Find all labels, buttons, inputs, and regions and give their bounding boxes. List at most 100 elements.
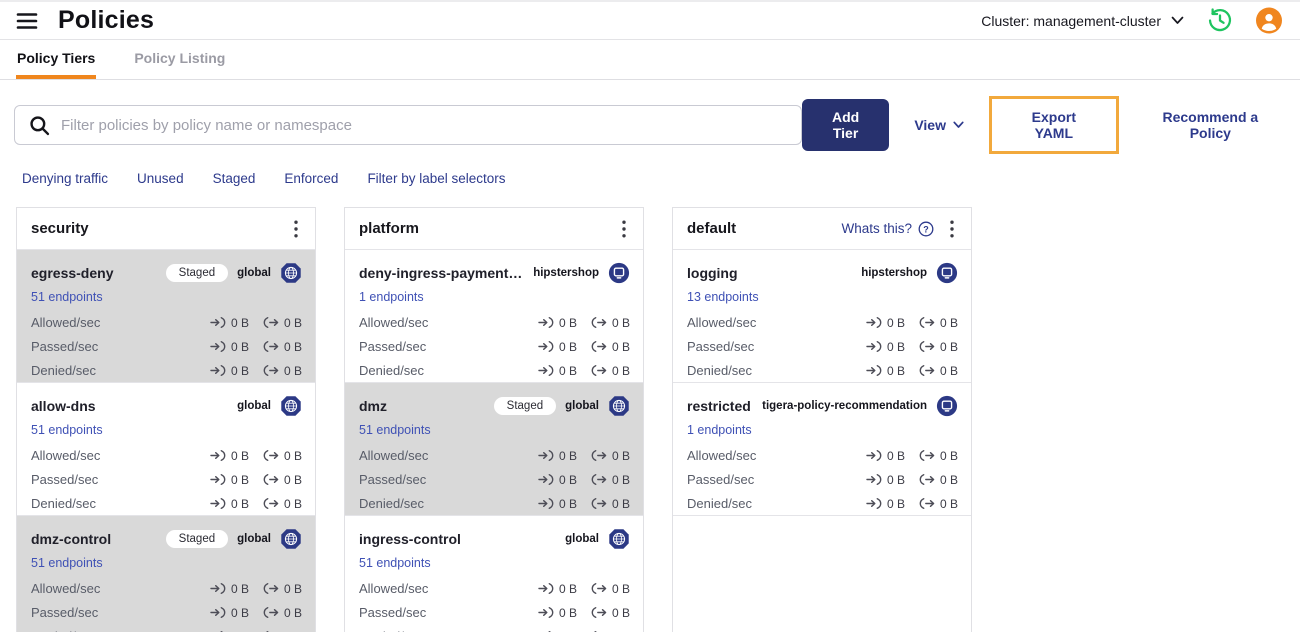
- namespace-policy-icon: [936, 395, 958, 417]
- policy-card-dmz-control[interactable]: dmz-control Staged global 51 endpoints Allow…: [17, 516, 315, 632]
- namespace-policy-icon: [936, 395, 958, 417]
- egress-icon: [263, 341, 279, 352]
- search-icon: [28, 114, 51, 142]
- quick-filter-denying-traffic[interactable]: Denying traffic: [22, 171, 108, 186]
- metric-label: Passed/sec: [31, 472, 99, 487]
- metric-values: 0 B 0 B: [538, 340, 630, 354]
- ingress-icon: [210, 317, 226, 328]
- egress-icon: [591, 498, 607, 509]
- tab-policy-tiers[interactable]: Policy Tiers: [16, 40, 97, 79]
- tab-policy-listing[interactable]: Policy Listing: [133, 40, 226, 79]
- add-tier-button[interactable]: Add Tier: [801, 99, 890, 151]
- endpoints-link[interactable]: 1 endpoints: [687, 423, 752, 437]
- metric-ingress-value: 0 B: [866, 473, 905, 487]
- metric-egress-value: 0 B: [919, 316, 958, 330]
- metric-ingress-value: 0 B: [538, 582, 577, 596]
- metric-ingress-value: 0 B: [210, 473, 249, 487]
- ingress-icon: [538, 341, 554, 352]
- tier-menu-button[interactable]: [290, 218, 302, 240]
- metric-egress-value: 0 B: [263, 364, 302, 378]
- global-policy-icon: [281, 529, 301, 549]
- policy-card-ingress-control[interactable]: ingress-control global 51 endpoints Allowed…: [345, 516, 643, 632]
- egress-icon: [591, 583, 607, 594]
- metric-egress-value: 0 B: [591, 364, 630, 378]
- ingress-icon: [538, 583, 554, 594]
- view-dropdown-button[interactable]: View: [914, 117, 964, 133]
- user-avatar[interactable]: [1256, 7, 1282, 34]
- scope-label: tigera-policy-recommendation: [762, 400, 927, 412]
- metric-values: 0 B 0 B: [538, 316, 630, 330]
- policy-card-egress-deny[interactable]: egress-deny Staged global 51 endpoints Allow…: [17, 250, 315, 383]
- metric-value: 0 B: [558, 496, 577, 511]
- metric-row: Denied/sec 0 B 0 B: [359, 496, 630, 511]
- metric-values: 0 B 0 B: [538, 473, 630, 487]
- history-icon[interactable]: [1207, 8, 1233, 34]
- metric-egress-value: 0 B: [263, 497, 302, 511]
- metric-value: 0 B: [611, 605, 630, 620]
- global-policy-icon: [608, 395, 630, 417]
- policy-card-logging[interactable]: logging hipstershop 13 endpoints Allowed/se…: [673, 250, 971, 383]
- policy-card-deny-ingress-paymentservi[interactable]: deny-ingress-paymentservi... hipstershop 1…: [345, 250, 643, 383]
- policy-card-allow-dns[interactable]: allow-dns global 51 endpoints Allowed/sec 0 …: [17, 383, 315, 516]
- quick-filter-enforced[interactable]: Enforced: [284, 171, 338, 186]
- metric-value: 0 B: [611, 581, 630, 596]
- metric-value: 0 B: [230, 496, 249, 511]
- tier-header-actions: Whats this??: [841, 218, 958, 240]
- policy-card-dmz[interactable]: dmz Staged global 51 endpoints Allowed/sec 0 …: [345, 383, 643, 516]
- metric-egress-value: 0 B: [263, 340, 302, 354]
- metric-value: 0 B: [939, 363, 958, 378]
- whats-this-link[interactable]: Whats this??: [841, 221, 934, 237]
- metric-values: 0 B 0 B: [866, 340, 958, 354]
- policy-card-restricted[interactable]: restricted tigera-policy-recommendation 1 …: [673, 383, 971, 516]
- metric-value: 0 B: [886, 315, 905, 330]
- policy-filter-input[interactable]: [14, 105, 802, 145]
- egress-icon: [919, 365, 935, 376]
- metric-value: 0 B: [230, 448, 249, 463]
- staged-badge: Staged: [165, 264, 229, 282]
- metric-value: 0 B: [558, 581, 577, 596]
- metric-value: 0 B: [230, 472, 249, 487]
- endpoints-link[interactable]: 51 endpoints: [31, 556, 103, 570]
- metric-row: Denied/sec 0 B 0 B: [687, 496, 958, 511]
- cluster-selector[interactable]: Cluster: management-cluster: [981, 13, 1184, 29]
- namespace-policy-icon: [608, 262, 630, 284]
- metric-ingress-value: 0 B: [538, 316, 577, 330]
- metric-value: 0 B: [283, 472, 302, 487]
- endpoints-link[interactable]: 1 endpoints: [359, 290, 424, 304]
- endpoints-link[interactable]: 51 endpoints: [31, 423, 103, 437]
- metric-row: Allowed/sec 0 B 0 B: [31, 581, 302, 596]
- recommend-policy-button[interactable]: Recommend a Policy: [1144, 109, 1277, 141]
- metric-label: Passed/sec: [31, 339, 99, 354]
- cluster-label: Cluster: management-cluster: [981, 12, 1161, 29]
- scope-label: global: [565, 533, 599, 545]
- ingress-icon: [210, 498, 226, 509]
- metric-value: 0 B: [558, 472, 577, 487]
- quick-filter-staged[interactable]: Staged: [213, 171, 256, 186]
- metric-label: Passed/sec: [687, 339, 755, 354]
- endpoints-link[interactable]: 51 endpoints: [359, 556, 431, 570]
- endpoints-link[interactable]: 13 endpoints: [687, 290, 759, 304]
- metric-row: Passed/sec 0 B 0 B: [687, 339, 958, 354]
- quick-filter-unused[interactable]: Unused: [137, 171, 184, 186]
- global-policy-icon: [280, 528, 302, 550]
- quick-filter-filter-by-label-selectors[interactable]: Filter by label selectors: [367, 171, 505, 186]
- hamburger-menu-icon[interactable]: [15, 8, 41, 34]
- metric-label: Denied/sec: [359, 496, 425, 511]
- metric-ingress-value: 0 B: [210, 497, 249, 511]
- metric-values: 0 B 0 B: [866, 473, 958, 487]
- metric-row: Denied/sec 0 B 0 B: [687, 363, 958, 378]
- export-yaml-button[interactable]: Export YAML: [1013, 109, 1095, 141]
- metric-values: 0 B 0 B: [210, 316, 302, 330]
- ingress-icon: [866, 341, 882, 352]
- endpoints-link[interactable]: 51 endpoints: [31, 290, 103, 304]
- metric-value: 0 B: [283, 315, 302, 330]
- metric-values: 0 B 0 B: [210, 340, 302, 354]
- endpoints-link[interactable]: 51 endpoints: [359, 423, 431, 437]
- tier-menu-button[interactable]: [946, 218, 958, 240]
- metric-value: 0 B: [230, 605, 249, 620]
- metric-value: 0 B: [283, 581, 302, 596]
- metric-label: Allowed/sec: [31, 448, 101, 463]
- egress-icon: [263, 583, 279, 594]
- tier-menu-button[interactable]: [618, 218, 630, 240]
- metric-label: Denied/sec: [687, 363, 753, 378]
